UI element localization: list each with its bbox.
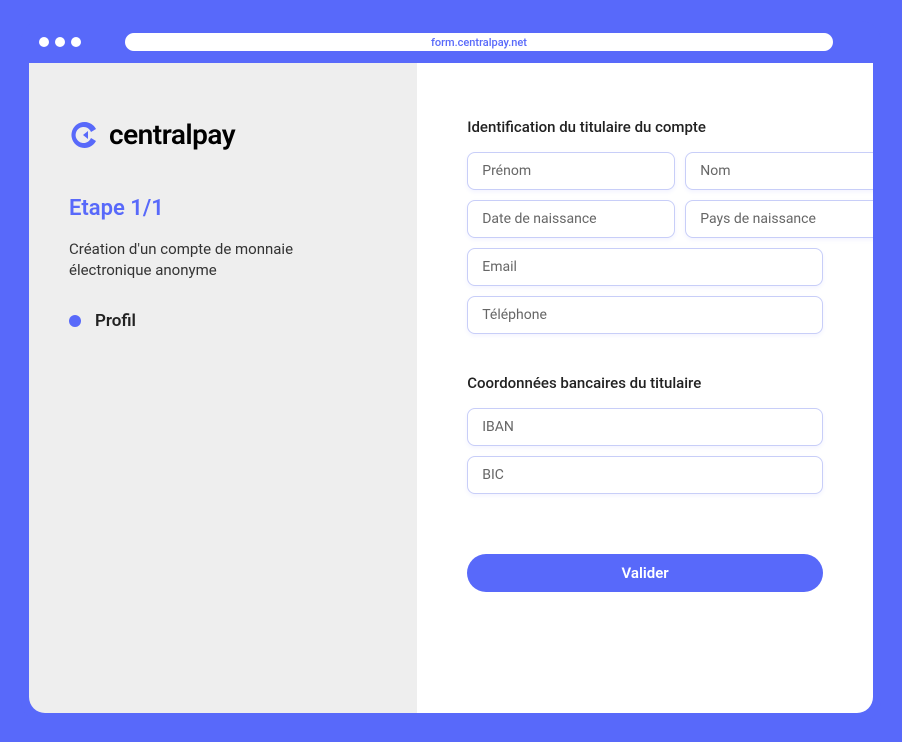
iban-row	[467, 408, 823, 446]
email-field[interactable]	[467, 248, 823, 286]
birthcountry-field[interactable]	[685, 200, 873, 238]
browser-frame: form.centralpay.net centralpay Etape 1/1…	[21, 21, 881, 721]
email-row	[467, 248, 823, 286]
iban-field[interactable]	[467, 408, 823, 446]
window-controls	[39, 37, 81, 47]
firstname-field[interactable]	[467, 152, 675, 190]
step-label: Profil	[95, 311, 136, 331]
phone-field[interactable]	[467, 296, 823, 334]
sidebar-panel: centralpay Etape 1/1 Création d'un compt…	[29, 63, 417, 713]
form-panel: Identification du titulaire du compte	[417, 63, 873, 713]
birthdate-field[interactable]	[467, 200, 675, 238]
birth-row	[467, 200, 823, 238]
submit-button[interactable]: Valider	[467, 554, 823, 592]
banking-title: Coordonnées bancaires du titulaire	[467, 374, 823, 392]
logo: centralpay	[69, 118, 377, 151]
identification-title: Identification du titulaire du compte	[467, 118, 823, 136]
bic-row	[467, 456, 823, 494]
content-area: centralpay Etape 1/1 Création d'un compt…	[29, 63, 873, 713]
step-title: Etape 1/1	[69, 196, 377, 221]
url-bar[interactable]: form.centralpay.net	[125, 33, 833, 51]
step-bullet-icon	[69, 315, 81, 327]
phone-row	[467, 296, 823, 334]
browser-header: form.centralpay.net	[21, 21, 881, 63]
banking-section: Coordonnées bancaires du titulaire	[467, 374, 823, 494]
step-description: Création d'un compte de monnaie électron…	[69, 239, 377, 281]
bic-field[interactable]	[467, 456, 823, 494]
lastname-field[interactable]	[685, 152, 873, 190]
window-maximize-icon[interactable]	[71, 37, 81, 47]
logo-text: centralpay	[109, 118, 235, 151]
step-item-profil: Profil	[69, 311, 377, 331]
window-close-icon[interactable]	[39, 37, 49, 47]
identification-section: Identification du titulaire du compte	[467, 118, 823, 334]
centralpay-logo-icon	[69, 119, 101, 151]
window-minimize-icon[interactable]	[55, 37, 65, 47]
name-row	[467, 152, 823, 190]
url-text: form.centralpay.net	[431, 36, 527, 49]
